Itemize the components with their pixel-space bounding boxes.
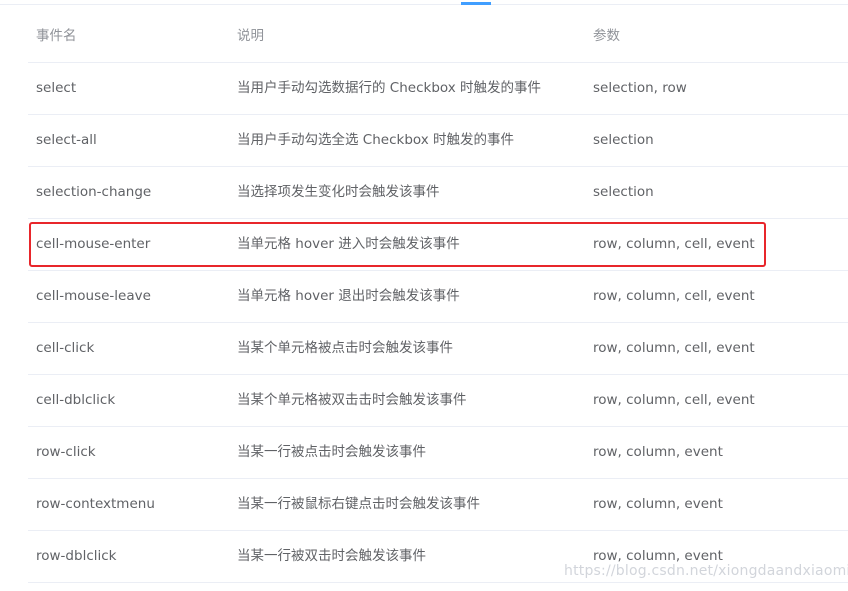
event-description: 当某个单元格被点击时会触发该事件 bbox=[237, 340, 453, 356]
event-params: row, column, cell, event bbox=[593, 236, 755, 252]
event-params: row, column, event bbox=[593, 496, 723, 512]
event-params: row, column, cell, event bbox=[593, 288, 755, 304]
table-row: cell-dblclick 当某个单元格被双击击时会触发该事件 row, col… bbox=[28, 375, 848, 427]
event-name: row-dblclick bbox=[36, 548, 117, 564]
event-name: row-click bbox=[36, 444, 96, 460]
event-params: row, column, event bbox=[593, 444, 723, 460]
table-row: cell-mouse-enter 当单元格 hover 进入时会触发该事件 ro… bbox=[28, 219, 848, 271]
table-header-row: 事件名 说明 参数 bbox=[28, 11, 848, 63]
event-params: row, column, cell, event bbox=[593, 392, 755, 408]
top-divider bbox=[0, 4, 848, 5]
watermark: https://blog.csdn.net/xiongdaandxiaomi bbox=[564, 563, 848, 579]
event-name: select bbox=[36, 80, 77, 96]
event-params: selection bbox=[593, 132, 654, 148]
event-name: cell-mouse-enter bbox=[36, 236, 151, 252]
table-row: select-all 当用户手动勾选全选 Checkbox 时触发的事件 sel… bbox=[28, 115, 848, 167]
events-table: 事件名 说明 参数 select 当用户手动勾选数据行的 Checkbox 时触… bbox=[28, 11, 848, 583]
event-description: 当选择项发生变化时会触发该事件 bbox=[237, 184, 440, 200]
event-params: row, column, cell, event bbox=[593, 340, 755, 356]
event-name: row-contextmenu bbox=[36, 496, 155, 512]
event-description: 当某个单元格被双击击时会触发该事件 bbox=[237, 392, 467, 408]
event-name: selection-change bbox=[36, 184, 152, 200]
table-row: row-click 当某一行被点击时会触发该事件 row, column, ev… bbox=[28, 427, 848, 479]
event-description: 当某一行被点击时会触发该事件 bbox=[237, 444, 426, 460]
event-description: 当用户手动勾选全选 Checkbox 时触发的事件 bbox=[237, 132, 515, 148]
table-row: select 当用户手动勾选数据行的 Checkbox 时触发的事件 selec… bbox=[28, 63, 848, 115]
event-description: 当用户手动勾选数据行的 Checkbox 时触发的事件 bbox=[237, 80, 542, 96]
table-row: row-contextmenu 当某一行被鼠标右键点击时会触发该事件 row, … bbox=[28, 479, 848, 531]
header-parameters: 参数 bbox=[593, 28, 620, 44]
event-params: selection, row bbox=[593, 80, 687, 96]
table-row: cell-mouse-leave 当单元格 hover 退出时会触发该事件 ro… bbox=[28, 271, 848, 323]
event-description: 当某一行被双击时会触发该事件 bbox=[237, 548, 426, 564]
event-description: 当单元格 hover 退出时会触发该事件 bbox=[237, 288, 460, 304]
event-name: cell-dblclick bbox=[36, 392, 116, 408]
active-tab-indicator bbox=[461, 2, 491, 5]
table-row: selection-change 当选择项发生变化时会触发该事件 selecti… bbox=[28, 167, 848, 219]
event-name: cell-click bbox=[36, 340, 95, 356]
event-name: cell-mouse-leave bbox=[36, 288, 151, 304]
header-description: 说明 bbox=[237, 28, 264, 44]
event-description: 当某一行被鼠标右键点击时会触发该事件 bbox=[237, 496, 480, 512]
event-params: selection bbox=[593, 184, 654, 200]
header-event-name: 事件名 bbox=[36, 28, 77, 44]
event-description: 当单元格 hover 进入时会触发该事件 bbox=[237, 236, 460, 252]
table-row: cell-click 当某个单元格被点击时会触发该事件 row, column,… bbox=[28, 323, 848, 375]
event-name: select-all bbox=[36, 132, 97, 148]
